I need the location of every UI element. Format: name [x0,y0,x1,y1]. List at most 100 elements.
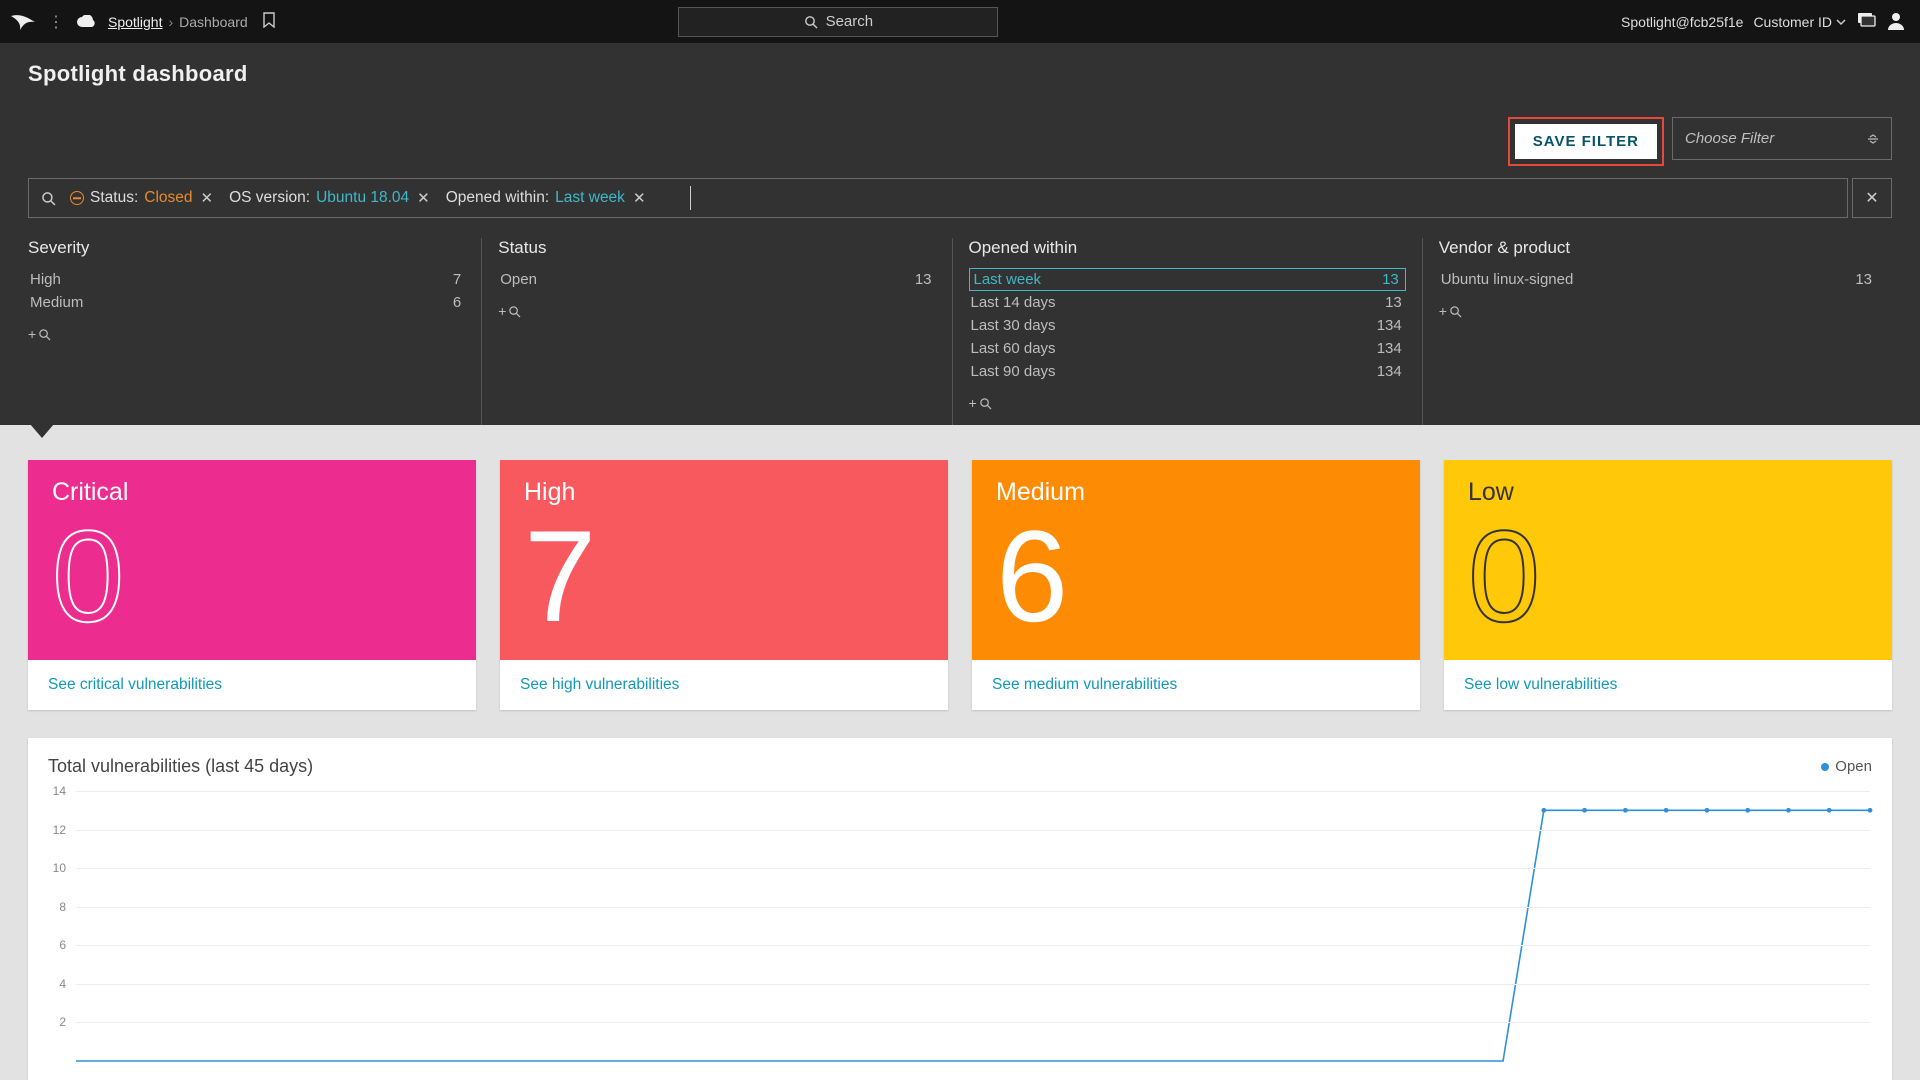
facet-item[interactable]: Last 30 days 134 [969,314,1406,337]
chat-icon[interactable] [1856,10,1876,33]
chart-area: 2468101214 [76,791,1870,1061]
severity-cards: Critical 0 See critical vulnerabilities … [0,438,1920,710]
query-bar[interactable]: Status: Closed ✕ OS version: Ubuntu 18.0… [28,178,1848,218]
global-search-placeholder: Search [826,13,874,30]
dashboard-header-area: Spotlight dashboard SAVE FILTER Choose F… [0,43,1920,425]
facet-label: Last 90 days [971,363,1056,380]
y-tick-label: 12 [53,823,76,837]
facet-item[interactable]: Open 13 [498,268,935,291]
customer-id-label: Customer ID [1753,14,1832,30]
app-menu-icon[interactable]: ⋮ [44,12,68,32]
facet-item[interactable]: Medium 6 [28,291,465,314]
customer-id-dropdown[interactable]: Customer ID [1753,14,1846,30]
search-icon [508,305,521,318]
filter-actions-row: SAVE FILTER Choose Filter [28,117,1892,166]
query-value: Ubuntu 18.04 [316,189,409,207]
chip-remove-icon[interactable]: ✕ [631,189,648,207]
facet-label: Ubuntu linux-signed [1441,271,1574,288]
y-tick-label: 6 [59,938,76,952]
bookmark-icon[interactable] [262,12,276,31]
card-low: Low 0 See low vulnerabilities [1444,460,1892,710]
y-tick-label: 14 [53,784,76,798]
facet-count: 134 [1377,363,1402,380]
query-bar-row: Status: Closed ✕ OS version: Ubuntu 18.0… [28,178,1892,218]
facet-add[interactable]: + [498,303,935,319]
facet-label: Open [500,271,537,288]
breadcrumb-current: Dashboard [179,14,248,30]
card-value: 6 [996,511,1396,641]
card-link-low[interactable]: See low vulnerabilities [1444,660,1892,710]
card-header: High 7 [500,460,948,660]
query-key: Status: [90,189,138,207]
y-tick-label: 8 [59,900,76,914]
card-link-medium[interactable]: See medium vulnerabilities [972,660,1420,710]
text-cursor [690,186,691,210]
facet-item[interactable]: High 7 [28,268,465,291]
card-medium: Medium 6 See medium vulnerabilities [972,460,1420,710]
facet-count: 6 [453,294,461,311]
facet-title: Vendor & product [1439,238,1876,258]
card-header: Medium 6 [972,460,1420,660]
dropdown-icon [1867,134,1879,144]
facet-title: Opened within [969,238,1406,258]
facet-label: Last 60 days [971,340,1056,357]
breadcrumb-root[interactable]: Spotlight [108,14,162,30]
card-value: 0 [1468,511,1868,641]
clear-query-button[interactable]: ✕ [1852,178,1892,218]
query-chip-opened-within[interactable]: Opened within: Last week ✕ [446,189,648,207]
facet-item[interactable]: Last 60 days 134 [969,337,1406,360]
page-title: Spotlight dashboard [28,61,1892,87]
chip-remove-icon[interactable]: ✕ [415,189,432,207]
query-chip-status[interactable]: Status: Closed ✕ [70,189,215,207]
card-high: High 7 See high vulnerabilities [500,460,948,710]
facet-label: Medium [30,294,83,311]
top-bar: ⋮ Spotlight › Dashboard Search Spotlight… [0,0,1920,43]
save-filter-highlight: SAVE FILTER [1508,117,1664,166]
facet-count: 134 [1377,317,1402,334]
facet-severity: Severity High 7 Medium 6 + [28,238,482,425]
query-chip-os-version[interactable]: OS version: Ubuntu 18.04 ✕ [229,189,432,207]
search-icon [979,397,992,410]
chart-plot [76,791,1870,1061]
user-icon[interactable] [1886,10,1906,33]
choose-filter-select[interactable]: Choose Filter [1672,117,1892,160]
facet-opened-within: Opened within Last week 13 Last 14 days … [953,238,1423,425]
chevron-down-icon [1836,18,1846,26]
card-value: 0 [52,511,452,641]
top-right: Spotlight@fcb25f1e Customer ID [1621,10,1906,33]
facet-item[interactable]: Last 90 days 134 [969,360,1406,383]
facet-item[interactable]: Ubuntu linux-signed 13 [1439,268,1876,291]
search-icon [38,328,51,341]
facet-title: Severity [28,238,465,258]
card-link-high[interactable]: See high vulnerabilities [500,660,948,710]
global-search[interactable]: Search [678,7,998,37]
query-value: Last week [555,189,625,207]
chart-title: Total vulnerabilities (last 45 days) [48,756,313,777]
falcon-logo-icon[interactable] [10,13,36,31]
account-label: Spotlight@fcb25f1e [1621,14,1743,30]
facet-item[interactable]: Last 14 days 13 [969,291,1406,314]
legend-dot-icon [1821,763,1829,771]
facet-label: Last week [974,271,1042,288]
card-critical: Critical 0 See critical vulnerabilities [28,460,476,710]
facet-add[interactable]: + [969,395,1406,411]
facet-title: Status [498,238,935,258]
facet-count: 13 [1382,271,1399,288]
facet-vendor-product: Vendor & product Ubuntu linux-signed 13 … [1423,238,1892,425]
cloud-icon[interactable] [76,15,96,29]
facet-add[interactable]: + [28,326,465,342]
facet-count: 13 [915,271,932,288]
facet-count: 13 [1855,271,1872,288]
y-tick-label: 10 [53,861,76,875]
facet-add[interactable]: + [1439,303,1876,319]
card-link-critical[interactable]: See critical vulnerabilities [28,660,476,710]
chip-remove-icon[interactable]: ✕ [199,189,216,207]
facet-count: 13 [1385,294,1402,311]
card-value: 7 [524,511,924,641]
save-filter-button[interactable]: SAVE FILTER [1515,124,1657,159]
facet-count: 7 [453,271,461,288]
facet-label: Last 30 days [971,317,1056,334]
facet-item[interactable]: Last week 13 [969,268,1406,291]
query-value: Closed [144,189,192,207]
query-key: OS version: [229,189,310,207]
